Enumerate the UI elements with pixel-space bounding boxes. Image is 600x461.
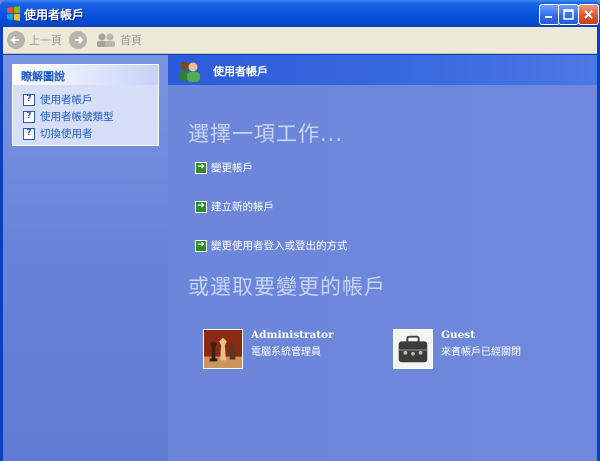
account-info: Administrator 電腦系統管理員 xyxy=(251,329,334,369)
account-administrator[interactable]: Administrator 電腦系統管理員 xyxy=(203,329,334,369)
help-icon: ? xyxy=(23,93,35,106)
account-name: Administrator xyxy=(251,329,334,341)
task-change-account[interactable]: ➔ 變更帳戶 xyxy=(195,160,253,175)
left-task-pane: 瞭解圖說 ? 使用者帳戶 ? 使用者帳號類型 ? 切換使用者 xyxy=(3,55,168,461)
help-link-label: 切換使用者 xyxy=(40,128,93,140)
task-label: 建立新的帳戶 xyxy=(211,201,274,213)
account-info: Guest 來賓帳戶已經關閉 xyxy=(441,329,521,369)
help-link-label: 使用者帳戶 xyxy=(40,94,93,106)
maximize-button[interactable] xyxy=(558,4,579,25)
navigation-toolbar: 上一頁 首頁 xyxy=(3,27,597,54)
forward-arrow-icon xyxy=(69,31,87,49)
help-panel-heading: 瞭解圖說 xyxy=(13,65,158,85)
page-header: 使用者帳戶 xyxy=(168,55,597,85)
user-accounts-window: 使用者帳戶 上一頁 首頁 瞭解圖說 ? 使用者帳戶 ? 使用者帳號類型 ? 切換… xyxy=(0,0,600,461)
task-create-account[interactable]: ➔ 建立新的帳戶 xyxy=(195,199,274,214)
windows-logo-icon xyxy=(7,6,20,21)
green-arrow-icon: ➔ xyxy=(195,161,207,174)
green-arrow-icon: ➔ xyxy=(195,200,207,213)
help-link-account-types[interactable]: ? 使用者帳號類型 xyxy=(23,109,114,124)
help-icon: ? xyxy=(23,127,35,140)
window-title: 使用者帳戶 xyxy=(24,8,85,22)
title-bar[interactable]: 使用者帳戶 xyxy=(0,0,600,27)
account-description: 來賓帳戶已經關閉 xyxy=(441,347,521,358)
main-pane: 選擇一項工作... ➔ 變更帳戶 ➔ 建立新的帳戶 ➔ 變更使用者登入或登出的方… xyxy=(168,85,597,461)
content-area: 瞭解圖說 ? 使用者帳戶 ? 使用者帳號類型 ? 切換使用者 使用者帳戶 選擇一… xyxy=(3,55,597,461)
back-label: 上一頁 xyxy=(29,34,62,47)
account-description: 電腦系統管理員 xyxy=(251,347,321,358)
user-accounts-icon xyxy=(179,61,200,82)
page-title: 使用者帳戶 xyxy=(213,65,268,78)
minimize-button[interactable] xyxy=(539,4,560,25)
forward-button[interactable] xyxy=(69,30,87,50)
close-icon xyxy=(584,10,593,19)
help-panel: 瞭解圖說 ? 使用者帳戶 ? 使用者帳號類型 ? 切換使用者 xyxy=(12,64,159,146)
pick-task-heading: 選擇一項工作... xyxy=(188,122,344,146)
help-link-switch-users[interactable]: ? 切換使用者 xyxy=(23,126,93,141)
minimize-icon xyxy=(545,16,552,18)
back-button[interactable]: 上一頁 xyxy=(7,30,62,50)
green-arrow-icon: ➔ xyxy=(195,239,207,252)
back-arrow-icon xyxy=(7,31,25,49)
users-home-icon xyxy=(97,33,115,47)
task-change-logon[interactable]: ➔ 變更使用者登入或登出的方式 xyxy=(195,238,348,253)
help-icon: ? xyxy=(23,110,35,123)
help-link-user-accounts[interactable]: ? 使用者帳戶 xyxy=(23,92,93,107)
home-button[interactable]: 首頁 xyxy=(96,30,142,50)
account-guest[interactable]: Guest 來賓帳戶已經關閉 xyxy=(393,329,521,369)
briefcase-icon xyxy=(393,329,433,369)
task-label: 變更使用者登入或登出的方式 xyxy=(211,240,348,252)
home-label: 首頁 xyxy=(120,34,142,47)
help-link-label: 使用者帳號類型 xyxy=(40,111,114,123)
close-button[interactable] xyxy=(578,4,599,25)
maximize-icon xyxy=(563,9,574,20)
account-name: Guest xyxy=(441,329,476,341)
task-label: 變更帳戶 xyxy=(211,162,253,174)
pick-account-heading: 或選取要變更的帳戶 xyxy=(188,275,386,299)
chess-pieces-icon xyxy=(203,329,243,369)
